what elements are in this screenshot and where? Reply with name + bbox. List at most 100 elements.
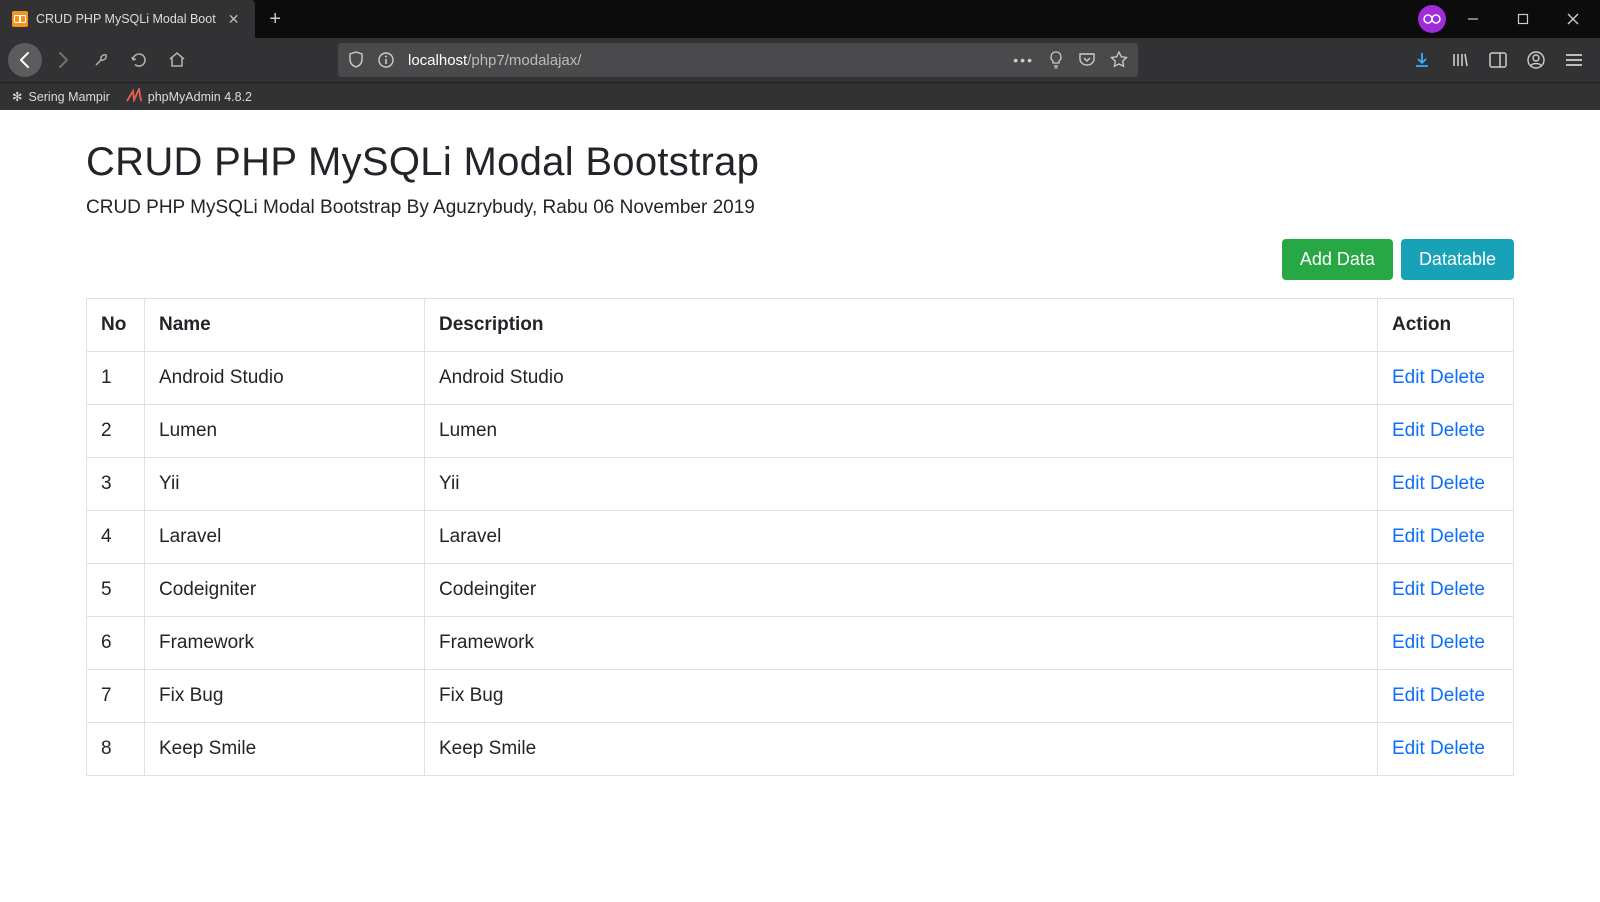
cell-action: Edit Delete: [1378, 511, 1514, 564]
delete-link[interactable]: Delete: [1430, 685, 1485, 706]
cell-name: Codeigniter: [145, 564, 425, 617]
cell-no: 4: [87, 511, 145, 564]
cell-action: Edit Delete: [1378, 564, 1514, 617]
favicon-icon: [12, 11, 28, 27]
cell-no: 3: [87, 458, 145, 511]
url-text: localhost/php7/modalajax/: [408, 52, 999, 69]
back-button[interactable]: [8, 43, 42, 77]
home-button[interactable]: [160, 43, 194, 77]
cell-no: 6: [87, 617, 145, 670]
account-button[interactable]: [1518, 42, 1554, 78]
cell-description: Framework: [425, 617, 1378, 670]
edit-link[interactable]: Edit: [1392, 367, 1425, 388]
window-minimize-button[interactable]: [1450, 0, 1496, 38]
more-icon[interactable]: •••: [1013, 52, 1034, 68]
cell-description: Codeingiter: [425, 564, 1378, 617]
edit-link[interactable]: Edit: [1392, 579, 1425, 600]
table-row: 8Keep SmileKeep SmileEdit Delete: [87, 723, 1514, 776]
forward-button[interactable]: [46, 43, 80, 77]
bookmark-phpmyadmin[interactable]: phpMyAdmin 4.8.2: [126, 88, 252, 105]
cell-description: Yii: [425, 458, 1378, 511]
data-table: No Name Description Action 1Android Stud…: [86, 298, 1514, 776]
cell-description: Lumen: [425, 405, 1378, 458]
add-data-button[interactable]: Add Data: [1282, 239, 1393, 280]
tab-title: CRUD PHP MySQLi Modal Boot: [36, 12, 216, 26]
cell-no: 5: [87, 564, 145, 617]
delete-link[interactable]: Delete: [1430, 632, 1485, 653]
cell-no: 2: [87, 405, 145, 458]
edit-link[interactable]: Edit: [1392, 420, 1425, 441]
dev-tools-button[interactable]: [84, 43, 118, 77]
cell-name: Laravel: [145, 511, 425, 564]
th-no: No: [87, 299, 145, 352]
edit-link[interactable]: Edit: [1392, 632, 1425, 653]
page-heading: CRUD PHP MySQLi Modal Bootstrap: [86, 140, 1514, 185]
phpmyadmin-icon: [126, 88, 142, 105]
cell-name: Lumen: [145, 405, 425, 458]
cell-action: Edit Delete: [1378, 352, 1514, 405]
cell-description: Keep Smile: [425, 723, 1378, 776]
edit-link[interactable]: Edit: [1392, 685, 1425, 706]
browser-tab[interactable]: CRUD PHP MySQLi Modal Boot ✕: [0, 0, 255, 38]
edit-link[interactable]: Edit: [1392, 473, 1425, 494]
cell-action: Edit Delete: [1378, 670, 1514, 723]
th-action: Action: [1378, 299, 1514, 352]
delete-link[interactable]: Delete: [1430, 367, 1485, 388]
cell-description: Fix Bug: [425, 670, 1378, 723]
reload-button[interactable]: [122, 43, 156, 77]
cell-no: 8: [87, 723, 145, 776]
gear-icon: ✻: [12, 89, 22, 104]
cell-name: Android Studio: [145, 352, 425, 405]
cell-no: 7: [87, 670, 145, 723]
shield-icon[interactable]: [348, 51, 364, 69]
page-subtitle: CRUD PHP MySQLi Modal Bootstrap By Aguzr…: [86, 197, 1514, 219]
sidebar-button[interactable]: [1480, 42, 1516, 78]
edit-link[interactable]: Edit: [1392, 738, 1425, 759]
table-row: 2LumenLumenEdit Delete: [87, 405, 1514, 458]
cell-description: Laravel: [425, 511, 1378, 564]
new-tab-button[interactable]: +: [255, 8, 295, 31]
close-tab-icon[interactable]: ✕: [224, 9, 244, 30]
url-bar[interactable]: localhost/php7/modalajax/ •••: [338, 43, 1138, 77]
delete-link[interactable]: Delete: [1430, 473, 1485, 494]
edit-link[interactable]: Edit: [1392, 526, 1425, 547]
bulb-icon[interactable]: [1048, 51, 1064, 69]
th-description: Description: [425, 299, 1378, 352]
cell-action: Edit Delete: [1378, 458, 1514, 511]
library-button[interactable]: [1442, 42, 1478, 78]
cell-name: Fix Bug: [145, 670, 425, 723]
nav-bar: localhost/php7/modalajax/ •••: [0, 38, 1600, 82]
th-name: Name: [145, 299, 425, 352]
cell-action: Edit Delete: [1378, 405, 1514, 458]
table-row: 7Fix BugFix BugEdit Delete: [87, 670, 1514, 723]
delete-link[interactable]: Delete: [1430, 579, 1485, 600]
cell-name: Keep Smile: [145, 723, 425, 776]
delete-link[interactable]: Delete: [1430, 420, 1485, 441]
bookmarks-bar: ✻ Sering Mampir phpMyAdmin 4.8.2: [0, 82, 1600, 110]
cell-name: Framework: [145, 617, 425, 670]
cell-action: Edit Delete: [1378, 617, 1514, 670]
bookmark-label: phpMyAdmin 4.8.2: [148, 90, 252, 104]
bookmark-star-icon[interactable]: [1110, 51, 1128, 69]
menu-button[interactable]: [1556, 42, 1592, 78]
downloads-button[interactable]: [1404, 42, 1440, 78]
table-row: 1Android StudioAndroid StudioEdit Delete: [87, 352, 1514, 405]
window-close-button[interactable]: [1550, 0, 1596, 38]
delete-link[interactable]: Delete: [1430, 526, 1485, 547]
table-row: 4LaravelLaravelEdit Delete: [87, 511, 1514, 564]
bookmark-sering-mampir[interactable]: ✻ Sering Mampir: [12, 89, 110, 104]
private-mode-icon: [1418, 5, 1446, 33]
info-icon[interactable]: [378, 52, 394, 68]
cell-name: Yii: [145, 458, 425, 511]
tab-bar: CRUD PHP MySQLi Modal Boot ✕ +: [0, 0, 1600, 38]
page-viewport[interactable]: CRUD PHP MySQLi Modal Bootstrap CRUD PHP…: [0, 110, 1600, 902]
window-maximize-button[interactable]: [1500, 0, 1546, 38]
datatable-button[interactable]: Datatable: [1401, 239, 1514, 280]
table-row: 6FrameworkFrameworkEdit Delete: [87, 617, 1514, 670]
cell-action: Edit Delete: [1378, 723, 1514, 776]
table-row: 5CodeigniterCodeingiterEdit Delete: [87, 564, 1514, 617]
pocket-icon[interactable]: [1078, 52, 1096, 68]
delete-link[interactable]: Delete: [1430, 738, 1485, 759]
table-row: 3YiiYiiEdit Delete: [87, 458, 1514, 511]
cell-no: 1: [87, 352, 145, 405]
